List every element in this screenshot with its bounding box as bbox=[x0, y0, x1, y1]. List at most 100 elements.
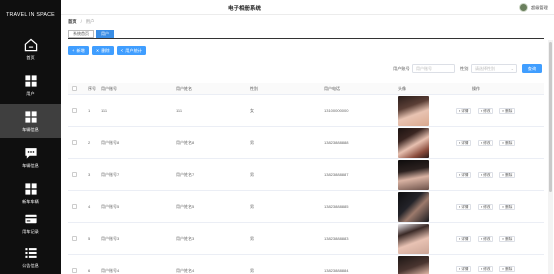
detail-button[interactable]: ▪ 详情 bbox=[456, 172, 472, 178]
column-header-actions: 操作 bbox=[472, 86, 480, 91]
row-index: 4 bbox=[88, 204, 91, 209]
app-title: 电子相册系统 bbox=[228, 6, 262, 12]
delete-row-button[interactable]: × 删除 bbox=[499, 204, 516, 210]
row-checkbox[interactable] bbox=[72, 108, 77, 113]
close-icon: × bbox=[502, 237, 505, 241]
edit-button-label: 修改 bbox=[483, 237, 491, 241]
detail-button[interactable]: ▪ 详情 bbox=[456, 140, 472, 146]
detail-button[interactable]: ▪ 详情 bbox=[456, 204, 472, 210]
detail-button-label: 详情 bbox=[461, 109, 469, 113]
table-row: 2 用户账号8 用户姓名8 男 13823888888 ▪ 详情 ▪ 修改 × 删除 bbox=[68, 127, 544, 159]
view-icon: ▪ bbox=[459, 237, 461, 241]
top-bar: 电子相册系统 超级管理 bbox=[61, 0, 554, 15]
edit-button-label: 修改 bbox=[483, 205, 491, 209]
detail-button[interactable]: ▪ 详情 bbox=[456, 108, 472, 114]
row-phone: 13823888883 bbox=[324, 236, 349, 241]
delete-row-button-label: 删除 bbox=[505, 141, 513, 145]
close-icon: × bbox=[502, 109, 505, 113]
sidebar-item-label: 车辆信息 bbox=[22, 162, 39, 168]
row-checkbox[interactable] bbox=[72, 236, 77, 241]
edit-button[interactable]: ▪ 修改 bbox=[478, 266, 494, 272]
detail-button[interactable]: ▪ 详情 bbox=[456, 266, 472, 272]
breadcrumb-separator: / bbox=[80, 19, 82, 24]
gender-filter-label: 性别 bbox=[460, 66, 469, 71]
account-search-input[interactable]: 用户账号 bbox=[412, 64, 455, 73]
column-header-gender[interactable]: 性别 bbox=[250, 86, 258, 92]
row-name: 用户姓名7 bbox=[176, 172, 195, 177]
column-header-name[interactable]: 用户姓名 bbox=[176, 86, 192, 92]
add-button[interactable]: + 新增 bbox=[68, 46, 89, 55]
edit-icon: ▪ bbox=[481, 141, 483, 145]
detail-button-label: 详情 bbox=[461, 237, 469, 241]
row-gender: 男 bbox=[250, 140, 254, 145]
table-header: 序号 用户账号 用户姓名 性别 用户电话 头像 操作 bbox=[68, 83, 544, 95]
row-phone: 13823888888 bbox=[324, 140, 349, 145]
edit-icon: ▪ bbox=[481, 237, 483, 241]
row-phone: 13100000000 bbox=[324, 108, 349, 113]
search-button[interactable]: 查询 bbox=[522, 64, 542, 73]
select-all-checkbox[interactable] bbox=[72, 86, 77, 91]
delete-button[interactable]: ✕ 删除 bbox=[91, 46, 114, 55]
sidebar-item-label: 车辆信息 bbox=[22, 126, 39, 132]
sidebar: TRAVEL IN SPACE 首页 用户 车辆信息 车辆信息 新车车辆 用车记… bbox=[0, 0, 61, 274]
edit-button[interactable]: ▪ 修改 bbox=[478, 204, 494, 210]
delete-row-button[interactable]: × 删除 bbox=[499, 108, 516, 114]
row-checkbox[interactable] bbox=[72, 204, 77, 209]
row-index: 5 bbox=[88, 236, 91, 241]
trash-icon: ✕ bbox=[95, 48, 100, 53]
column-header-account[interactable]: 用户账号 bbox=[101, 86, 117, 92]
edit-button-label: 修改 bbox=[483, 109, 491, 113]
avatar-photo bbox=[398, 256, 429, 274]
detail-button-label: 详情 bbox=[461, 173, 469, 177]
delete-row-button-label: 删除 bbox=[505, 109, 513, 113]
sidebar-item-usage-record[interactable]: 用车记录 bbox=[0, 206, 61, 240]
sidebar-item-new-vehicle[interactable]: 新车车辆 bbox=[0, 176, 61, 210]
row-account: 用户账号4 bbox=[101, 268, 120, 273]
delete-row-button[interactable]: × 删除 bbox=[499, 140, 516, 146]
delete-row-button[interactable]: × 删除 bbox=[499, 266, 516, 272]
close-icon: × bbox=[502, 141, 505, 145]
sidebar-item-notice[interactable]: 公告信息 bbox=[0, 240, 61, 274]
gender-select[interactable]: 请选择性别 ⌄ bbox=[471, 64, 517, 73]
sidebar-item-label: 用户 bbox=[26, 90, 35, 96]
edit-button[interactable]: ▪ 修改 bbox=[478, 140, 494, 146]
user-name[interactable]: 超级管理 bbox=[531, 5, 548, 11]
breadcrumb-current: 用户 bbox=[85, 19, 95, 24]
view-icon: ▪ bbox=[459, 205, 461, 209]
column-header-phone[interactable]: 用户电话 bbox=[324, 86, 340, 92]
breadcrumb-home[interactable]: 首页 bbox=[68, 19, 77, 25]
user-grid-icon bbox=[24, 74, 37, 87]
row-name: 用户姓名4 bbox=[176, 268, 195, 273]
tab-user[interactable]: 用户 bbox=[96, 30, 114, 38]
plus-icon: + bbox=[72, 48, 75, 53]
column-header-photo[interactable]: 头像 bbox=[398, 86, 406, 92]
detail-button[interactable]: ▪ 详情 bbox=[456, 236, 472, 242]
view-icon: ▪ bbox=[459, 267, 461, 271]
delete-row-button[interactable]: × 删除 bbox=[499, 236, 516, 242]
row-checkbox[interactable] bbox=[72, 172, 77, 177]
avatar[interactable] bbox=[519, 3, 528, 12]
close-icon: × bbox=[502, 205, 505, 209]
sidebar-item-home[interactable]: 首页 bbox=[0, 32, 61, 66]
brand-logo-text: TRAVEL IN SPACE bbox=[6, 12, 55, 18]
edit-button[interactable]: ▪ 修改 bbox=[478, 236, 494, 242]
edit-button[interactable]: ▪ 修改 bbox=[478, 108, 494, 114]
edit-icon: ▪ bbox=[481, 109, 483, 113]
row-checkbox[interactable] bbox=[72, 268, 77, 273]
sidebar-item-vehicle[interactable]: 车辆信息 bbox=[0, 104, 61, 138]
delete-row-button[interactable]: × 删除 bbox=[499, 172, 516, 178]
tab-home[interactable]: 系统首页 bbox=[68, 30, 94, 38]
avatar-photo bbox=[398, 96, 429, 126]
sidebar-item-label: 首页 bbox=[26, 54, 35, 60]
row-checkbox[interactable] bbox=[72, 140, 77, 145]
edit-button[interactable]: ▪ 修改 bbox=[478, 172, 494, 178]
delete-row-button-label: 删除 bbox=[505, 267, 513, 271]
home-icon bbox=[24, 38, 37, 51]
row-name: 用户姓名8 bbox=[176, 140, 195, 145]
sidebar-item-vehicle-info[interactable]: 车辆信息 bbox=[0, 140, 61, 174]
edit-button-label: 修改 bbox=[483, 267, 491, 271]
tab-divider bbox=[68, 38, 544, 39]
scrollbar-thumb[interactable] bbox=[549, 42, 552, 192]
sidebar-item-user[interactable]: 用户 bbox=[0, 68, 61, 102]
report-button[interactable]: < 用户统计 bbox=[116, 46, 146, 55]
